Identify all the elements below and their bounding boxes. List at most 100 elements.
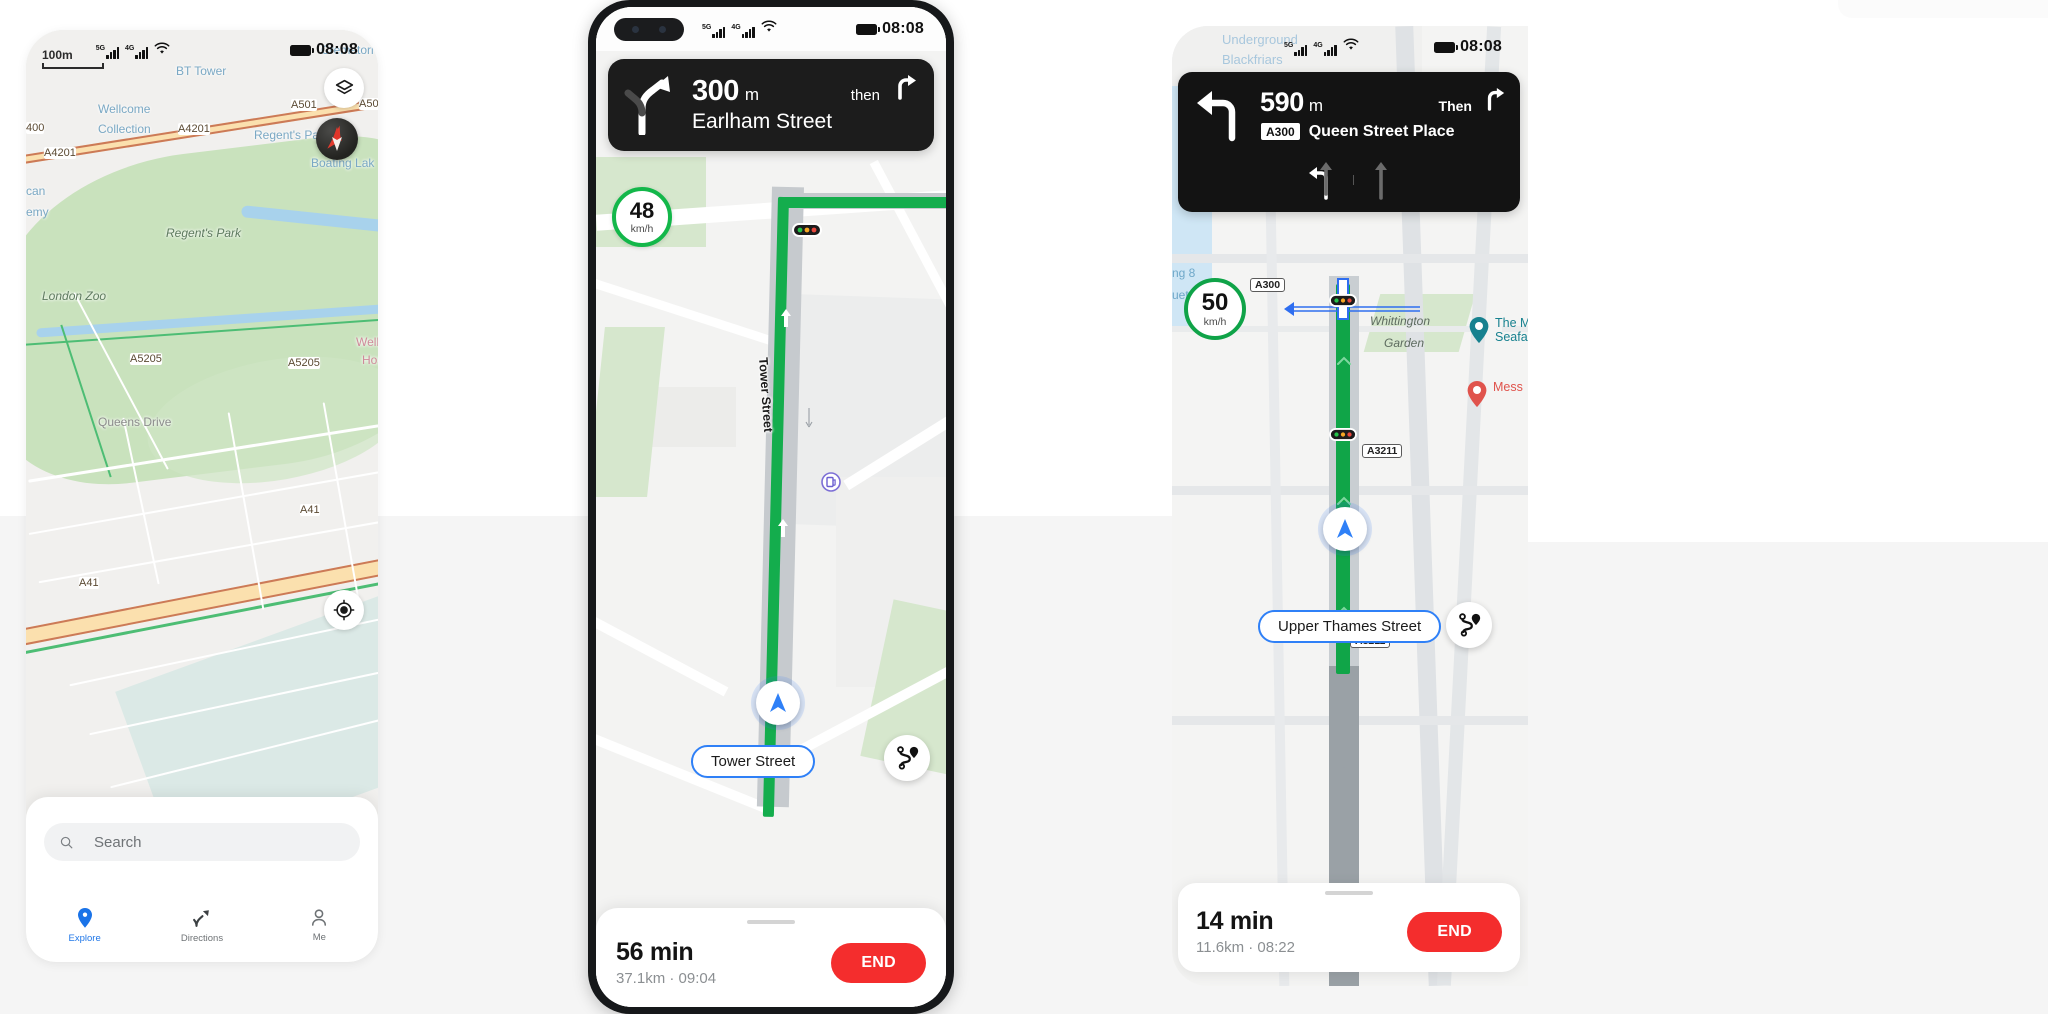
- map-label: A5205: [288, 357, 320, 369]
- background-corner-card: [1838, 0, 2048, 18]
- sheet-row: 14 min 11.6km · 08:22 END: [1196, 907, 1502, 956]
- lane-guidance: [1178, 154, 1520, 212]
- map-label: Hospi: [362, 353, 378, 367]
- banner-then-label: then: [850, 87, 880, 104]
- signal-bars-icon: [1323, 43, 1337, 56]
- tab-label-explore: Explore: [68, 933, 101, 944]
- search-placeholder-text: Search: [94, 833, 142, 851]
- route-chevron-icon: [1337, 496, 1351, 505]
- road-shield: A300: [1260, 122, 1301, 141]
- map-label: Wellingt: [356, 335, 378, 349]
- navigation-instruction-banner[interactable]: 300 m then Earlham Street: [608, 59, 934, 151]
- current-street-pill[interactable]: Tower Street: [691, 745, 816, 778]
- status-right: 08:08: [1434, 38, 1502, 56]
- status-bar: 5G 4G 08:08: [596, 7, 946, 51]
- map-label: A5205: [130, 353, 162, 365]
- banner-street-name: Earlham Street: [692, 110, 833, 133]
- speed-limit-badge: 50 km/h: [1184, 278, 1246, 340]
- map-label: BT Tower: [176, 64, 227, 78]
- scale-bar: 100m: [42, 48, 104, 69]
- restaurant-poi-icon: [1469, 317, 1489, 343]
- speed-unit: km/h: [630, 222, 654, 235]
- status-bar: 5G 4G 08:08: [1172, 26, 1528, 68]
- banner-text-group: 590 m Then A300 Queen Street Place: [1260, 87, 1506, 141]
- turn-left-icon: [1197, 91, 1236, 142]
- status-time: 08:08: [882, 20, 924, 37]
- eta-group: 56 min 37.1km · 09:04: [616, 938, 716, 987]
- route-overview-button[interactable]: [884, 735, 930, 781]
- route-direction-arrow-icon: [781, 309, 791, 327]
- route-overview-button[interactable]: [1446, 602, 1492, 648]
- map-label: Queens Drive: [98, 415, 172, 429]
- route-direction-arrow-icon: [778, 519, 788, 537]
- locate-me-button[interactable]: [324, 590, 364, 630]
- lane-straight-icon: [1374, 162, 1387, 200]
- search-input[interactable]: Search: [44, 823, 360, 861]
- sheet-grabber[interactable]: [1325, 891, 1373, 895]
- end-navigation-button[interactable]: END: [1407, 911, 1502, 952]
- navigation-arrow-icon: [770, 693, 786, 712]
- turn-right-icon: [898, 75, 916, 100]
- status-right: 08:08: [856, 20, 924, 38]
- map-layers-button[interactable]: [324, 68, 364, 108]
- navigation-instruction-banner[interactable]: 590 m Then A300 Queen Street Place: [1178, 72, 1520, 212]
- navigation-arrow-icon: [1337, 519, 1353, 538]
- sheet-row: 56 min 37.1km · 09:04 END: [616, 938, 926, 987]
- map-label: London Zoo: [42, 289, 107, 303]
- signal-5g: 5G: [702, 24, 726, 38]
- phone-2-screen: Tower Street 5G 4G 08:08 300 m then Earl…: [596, 7, 946, 1007]
- speed-value: 50: [1201, 288, 1229, 316]
- person-icon: [312, 909, 327, 926]
- map-poi[interactable]: Mess: [1466, 380, 1523, 408]
- map-label: Regent's Park: [166, 226, 241, 240]
- network-4g-label: 4G: [1313, 42, 1323, 49]
- map-label: ng 8: [1172, 266, 1196, 280]
- banner-distance: 590: [1260, 87, 1304, 117]
- map-label: A50: [359, 98, 378, 110]
- tab-label-me: Me: [312, 932, 326, 943]
- banner-distance: 300: [692, 75, 739, 107]
- fuel-poi-icon[interactable]: [821, 472, 841, 497]
- map-poi-label: Mess: [1493, 380, 1523, 394]
- network-5g-label: 5G: [1284, 42, 1294, 49]
- traffic-light-icon: [792, 223, 822, 242]
- banner-main-row: 590 m Then A300 Queen Street Place: [1178, 72, 1520, 154]
- status-time: 08:08: [1460, 38, 1502, 55]
- lane-left-icon: [1308, 162, 1332, 200]
- phone-1-explore: 100m BT Tower Wellcome Collection Regent's …: [26, 30, 378, 962]
- scale-bar-line: [42, 63, 104, 69]
- battery-full-icon: [1434, 41, 1459, 53]
- banner-distance-row: 300 m then: [692, 74, 918, 108]
- end-navigation-button[interactable]: END: [831, 942, 926, 983]
- network-5g-label: 5G: [702, 24, 712, 31]
- street-line: [1264, 145, 1290, 986]
- banner-street-name: Queen Street Place: [1308, 122, 1455, 140]
- sheet-grabber[interactable]: [747, 920, 795, 924]
- map-label: 400: [26, 122, 45, 134]
- speed-limit-badge: 48 km/h: [612, 187, 672, 247]
- signal-bars-icon: [741, 25, 755, 38]
- camera-punch-hole: [614, 17, 684, 41]
- map-canvas-navigation[interactable]: Tower Street: [596, 7, 946, 1007]
- sidebar-item-directions[interactable]: Directions: [143, 907, 260, 944]
- status-signals: 5G 4G: [688, 20, 777, 38]
- route-overview-icon: [1459, 613, 1481, 637]
- signal-4g: 4G: [731, 24, 755, 38]
- signal-bars-icon: [712, 25, 726, 38]
- map-poi-label: The M Seafa: [1495, 316, 1531, 345]
- explore-bottom-sheet: Search Explore Directions Me: [26, 797, 378, 962]
- compass-icon[interactable]: [316, 118, 358, 160]
- current-street-pill[interactable]: Upper Thames Street: [1258, 610, 1442, 643]
- directions-arrow-icon: [193, 910, 209, 927]
- sidebar-item-explore[interactable]: Explore: [26, 907, 143, 944]
- map-label: A501: [291, 99, 317, 111]
- speed-unit: km/h: [1203, 315, 1227, 328]
- navigation-bottom-sheet[interactable]: 14 min 11.6km · 08:22 END: [1178, 883, 1520, 972]
- map-poi[interactable]: The M Seafa: [1468, 316, 1530, 345]
- map-label: A41: [79, 577, 99, 589]
- speed-value: 48: [629, 197, 655, 223]
- navigation-bottom-sheet[interactable]: 56 min 37.1km · 09:04 END: [596, 908, 946, 1007]
- sidebar-item-me[interactable]: Me: [261, 907, 378, 944]
- status-signals: 5G 4G: [1176, 38, 1359, 56]
- user-location-puck: [1323, 507, 1367, 551]
